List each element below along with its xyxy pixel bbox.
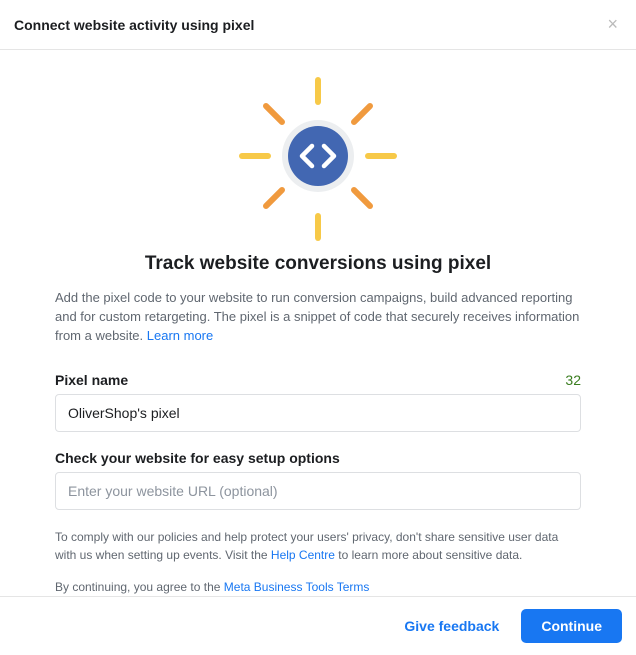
pixel-illustration — [55, 76, 581, 241]
help-centre-link[interactable]: Help Centre — [271, 548, 335, 562]
pixel-name-label: Pixel name — [55, 372, 128, 388]
modal-title: Connect website activity using pixel — [14, 17, 254, 33]
agree-text: By continuing, you agree to the Meta Bus… — [55, 578, 581, 596]
website-url-input[interactable] — [55, 472, 581, 510]
policy-text: To comply with our policies and help pro… — [55, 528, 581, 564]
code-sunburst-icon — [228, 76, 408, 241]
terms-link[interactable]: Meta Business Tools Terms — [224, 580, 370, 594]
pixel-name-input[interactable] — [55, 394, 581, 432]
learn-more-link[interactable]: Learn more — [147, 328, 213, 343]
modal-content: Track website conversions using pixel Ad… — [0, 50, 636, 596]
modal-header: Connect website activity using pixel × — [0, 0, 636, 50]
policy-suffix: to learn more about sensitive data. — [335, 548, 522, 562]
website-url-label: Check your website for easy setup option… — [55, 450, 581, 466]
continue-button[interactable]: Continue — [521, 609, 622, 643]
description-body: Add the pixel code to your website to ru… — [55, 290, 579, 343]
pixel-setup-modal: Connect website activity using pixel × T — [0, 0, 636, 655]
page-subtitle: Track website conversions using pixel — [55, 253, 581, 275]
close-icon: × — [607, 14, 618, 34]
pixel-name-row: Pixel name 32 — [55, 372, 581, 388]
agree-prefix: By continuing, you agree to the — [55, 580, 224, 594]
close-button[interactable]: × — [603, 10, 622, 39]
char-counter: 32 — [565, 372, 581, 388]
give-feedback-button[interactable]: Give feedback — [390, 610, 513, 642]
description-text: Add the pixel code to your website to ru… — [55, 289, 581, 346]
modal-footer: Give feedback Continue — [0, 596, 636, 655]
